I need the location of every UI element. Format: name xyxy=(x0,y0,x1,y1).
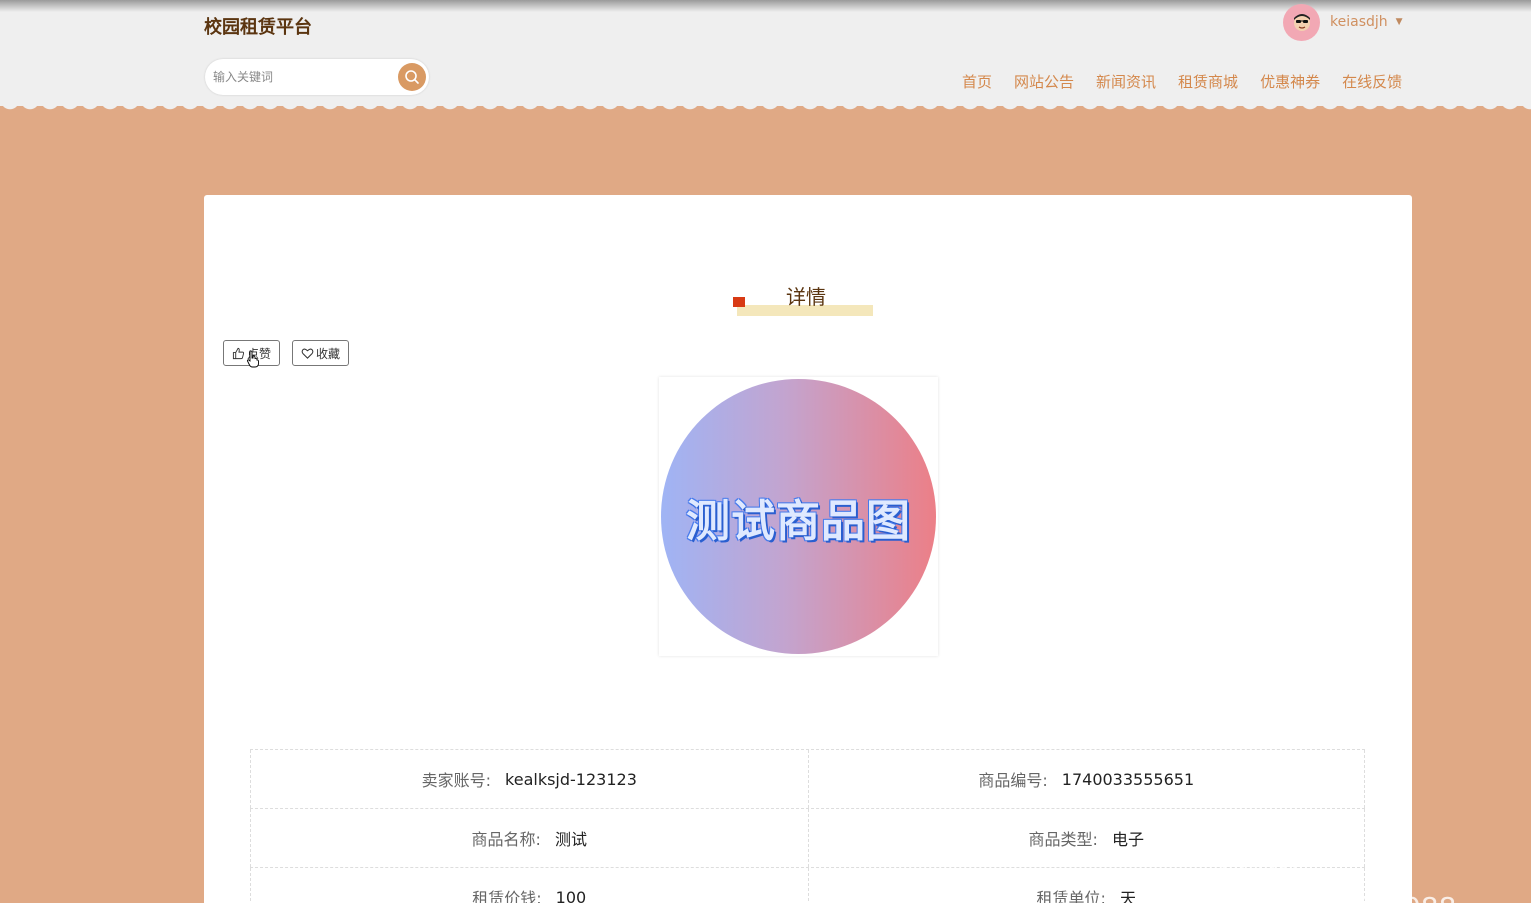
heart-icon xyxy=(301,348,314,359)
nav-coupons[interactable]: 优惠神券 xyxy=(1260,71,1320,92)
avatar[interactable] xyxy=(1283,3,1320,41)
chevron-down-icon[interactable]: ▼ xyxy=(1396,17,1403,27)
thumbs-up-icon xyxy=(232,347,245,359)
search-icon xyxy=(405,70,419,84)
mouse-cursor-icon xyxy=(246,350,260,372)
info-cell: 租赁价钱: 100 xyxy=(250,868,808,903)
nav-news[interactable]: 新闻资讯 xyxy=(1096,71,1156,92)
nav-rental-mall[interactable]: 租赁商城 xyxy=(1178,71,1238,92)
favorite-label: 收藏 xyxy=(316,346,341,361)
info-value: kealksjd-123123 xyxy=(505,769,637,789)
avatar-face-icon xyxy=(1293,14,1310,31)
info-label: 商品类型: xyxy=(1028,830,1098,849)
nav-feedback[interactable]: 在线反馈 xyxy=(1342,71,1402,92)
info-value: 天 xyxy=(1119,889,1136,903)
nav-home[interactable]: 首页 xyxy=(962,71,992,92)
title-flag-icon xyxy=(733,297,745,307)
info-cell: 商品编号: 1740033555651 xyxy=(807,750,1365,808)
product-image[interactable]: 测试商品图 xyxy=(659,377,938,656)
username[interactable]: keiasdjh xyxy=(1330,14,1388,30)
product-image-text: 测试商品图 xyxy=(686,495,911,547)
search-box xyxy=(205,59,429,95)
user-menu[interactable]: keiasdjh ▼ xyxy=(1283,3,1403,41)
search-input[interactable] xyxy=(213,67,393,87)
product-info-table: 卖家账号: kealksjd-123123 商品编号: 174003355565… xyxy=(250,749,1365,903)
nav-announcements[interactable]: 网站公告 xyxy=(1014,71,1074,92)
info-cell: 卖家账号: kealksjd-123123 xyxy=(250,750,808,808)
info-label: 租赁价钱: xyxy=(472,889,542,903)
watermark: CSDN @vx_CXKF10088 xyxy=(1219,858,1456,903)
info-label: 商品编号: xyxy=(978,771,1048,790)
info-label: 卖家账号: xyxy=(421,771,492,790)
info-value: 测试 xyxy=(554,830,587,849)
info-value: 100 xyxy=(555,887,587,903)
header-wave-edge xyxy=(0,100,1531,116)
info-value: 电子 xyxy=(1111,830,1144,849)
main-nav: 首页 网站公告 新闻资讯 租赁商城 优惠神券 在线反馈 xyxy=(962,71,1402,92)
page-title: 详情 xyxy=(786,285,826,309)
favorite-button[interactable]: 收藏 xyxy=(292,340,350,366)
site-brand[interactable]: 校园租赁平台 xyxy=(204,13,312,39)
info-label: 租赁单位: xyxy=(1036,889,1106,903)
product-image-graphic: 测试商品图 xyxy=(661,379,936,654)
info-value: 1740033555651 xyxy=(1061,769,1195,789)
info-row: 卖家账号: kealksjd-123123 商品编号: 174003355565… xyxy=(250,750,1365,809)
info-label: 商品名称: xyxy=(471,830,541,849)
info-row: 租赁价钱: 100 租赁单位: 天 xyxy=(250,868,1365,903)
info-cell: 商品名称: 测试 xyxy=(250,809,808,867)
search-button[interactable] xyxy=(398,63,426,91)
info-row: 商品名称: 测试 商品类型: 电子 xyxy=(250,809,1365,868)
detail-title-block: 详情 xyxy=(732,281,874,317)
